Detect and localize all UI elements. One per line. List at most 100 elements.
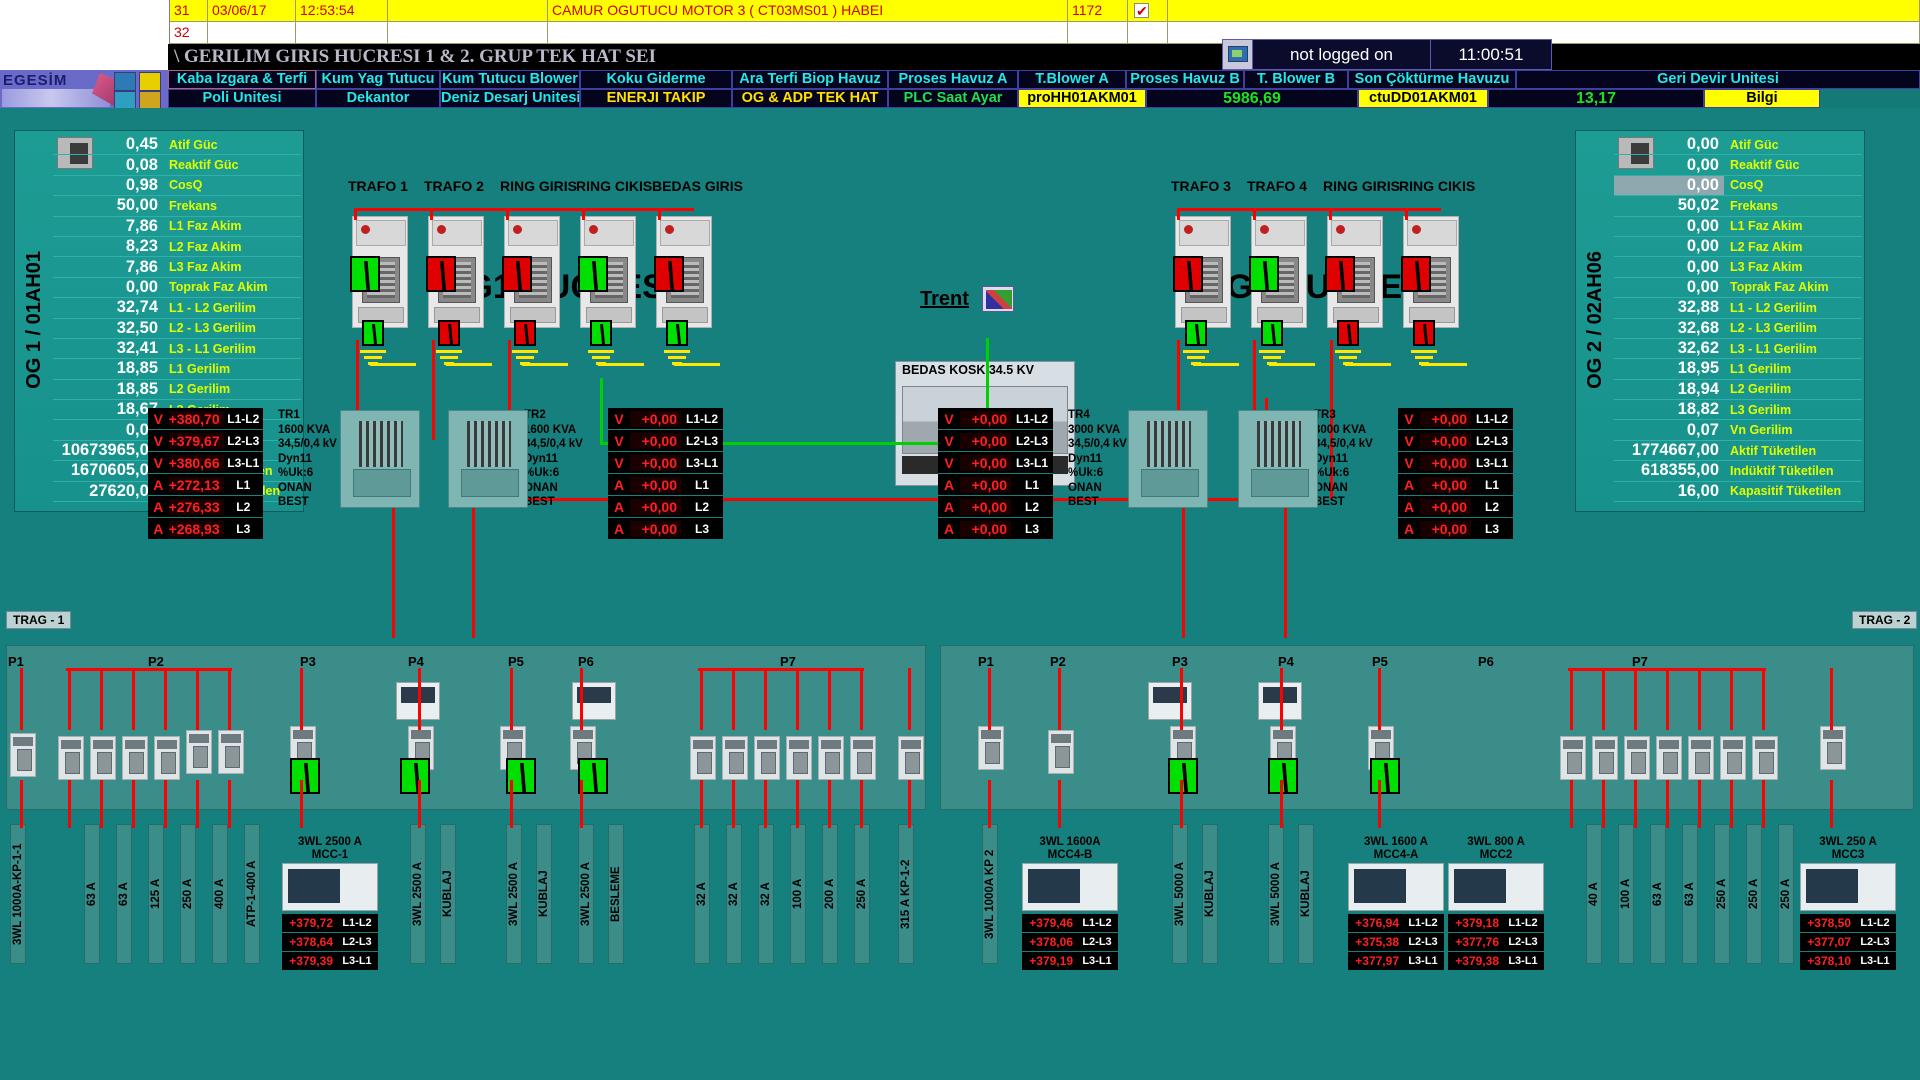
breaker-indicator[interactable] [362,320,384,346]
molded-case-breaker[interactable] [58,736,84,780]
nav-item-kaba-izgara-terfi[interactable]: Kaba Izgara & Terfi [168,70,316,89]
alarm-row[interactable]: 32 [170,22,1920,44]
switch-indicator[interactable] [1325,256,1355,292]
bay-label-ring-giris: RING GIRIS [1323,178,1401,194]
nav-item-proses-havuz-b[interactable]: Proses Havuz B [1126,70,1244,89]
molded-case-breaker[interactable] [818,736,844,780]
protection-relay[interactable] [1148,682,1192,720]
molded-case-breaker[interactable] [1752,736,1778,780]
switch-indicator[interactable] [578,256,608,292]
login-status[interactable]: not logged on [1253,40,1431,69]
switch-indicator[interactable] [502,256,532,292]
mcc-meter-device[interactable] [1448,863,1544,911]
molded-case-breaker[interactable] [1624,736,1650,780]
nav-item-t-blower-b[interactable]: T. Blower B [1244,70,1348,89]
molded-case-breaker[interactable] [898,736,924,780]
molded-case-breaker[interactable] [122,736,148,780]
molded-case-breaker[interactable] [1720,736,1746,780]
nav-item-og-adp-tek-hat[interactable]: OG & ADP TEK HAT [732,89,888,108]
molded-case-breaker[interactable] [186,730,212,774]
mcc-meter-device[interactable] [1348,863,1444,911]
nav-item-koku-giderme[interactable]: Koku Giderme [580,70,732,89]
molded-case-breaker[interactable] [978,726,1004,770]
switch-indicator[interactable] [1173,256,1203,292]
nav-item-13-17[interactable]: 13,17 [1488,89,1704,108]
switch-indicator[interactable] [1401,256,1431,292]
closed-switch[interactable] [290,758,320,794]
trend-link[interactable]: Trent [920,288,969,311]
feeder-line [732,668,735,730]
alarm-table[interactable]: 31 03/06/17 12:53:54 CAMUR OGUTUCU MOTOR… [170,0,1920,44]
mcc-voltage-value: +377,07 [1807,935,1851,949]
feeder-line [1602,668,1605,730]
switch-indicator[interactable] [350,256,380,292]
nav-item-kum-yag-tutucu[interactable]: Kum Yag Tutucu [316,70,440,89]
molded-case-breaker[interactable] [90,736,116,780]
alarm-ack-checkbox[interactable] [1128,22,1168,44]
logo-zone: EGESİM [0,70,168,110]
earth-icon [1259,350,1285,372]
molded-case-breaker[interactable] [10,733,36,777]
mcc-meter-device[interactable] [1800,863,1896,911]
nav-item-geri-devir-unitesi[interactable]: Geri Devir Unitesi [1516,70,1920,89]
transformer-image [340,410,420,508]
mcc-meter-device[interactable] [282,863,378,911]
user-icon[interactable] [1223,40,1253,69]
switch-indicator[interactable] [654,256,684,292]
breaker-indicator[interactable] [1261,320,1283,346]
molded-case-breaker[interactable] [1592,736,1618,780]
protection-relay[interactable] [572,682,616,720]
breaker-indicator[interactable] [514,320,536,346]
chart-icon[interactable] [982,286,1014,312]
breaker-indicator[interactable] [1413,320,1435,346]
molded-case-breaker[interactable] [690,736,716,780]
feeder-line [1666,780,1669,828]
nav-item-plc-saat-ayar[interactable]: PLC Saat Ayar [888,89,1018,108]
molded-case-breaker[interactable] [1688,736,1714,780]
nav-item-deniz-desarj-unitesi[interactable]: Deniz Desarj Unitesi [440,89,580,108]
nav-item-poli-unitesi[interactable]: Poli Unitesi [168,89,316,108]
molded-case-breaker[interactable] [786,736,812,780]
meter-label: L2 Faz Akim [169,239,242,254]
molded-case-breaker[interactable] [1820,726,1846,770]
nav-item-kum-tutucu-blower[interactable]: Kum Tutucu Blower [440,70,580,89]
closed-switch[interactable] [1168,758,1198,794]
switch-indicator[interactable] [426,256,456,292]
molded-case-breaker[interactable] [1656,736,1682,780]
nav-item-enerji-takip[interactable]: ENERJI TAKIP [580,89,732,108]
breaker-indicator[interactable] [438,320,460,346]
nav-item-ara-terfi-biop-havuz[interactable]: Ara Terfi Biop Havuz [732,70,888,89]
rating-tag: 125 A [148,824,164,964]
nav-item-prohh01akm01[interactable]: proHH01AKM01 [1018,89,1146,108]
molded-case-breaker[interactable] [218,730,244,774]
molded-case-breaker[interactable] [1048,730,1074,774]
nav-item-proses-havuz-a[interactable]: Proses Havuz A [888,70,1018,89]
nav-item-ctudd01akm01[interactable]: ctuDD01AKM01 [1358,89,1488,108]
earth-icon [436,350,462,372]
nav-item-5986-69[interactable]: 5986,69 [1146,89,1358,108]
breaker-indicator[interactable] [1337,320,1359,346]
breaker-indicator[interactable] [1185,320,1207,346]
breaker-indicator[interactable] [666,320,688,346]
breaker-indicator[interactable] [590,320,612,346]
molded-case-breaker[interactable] [754,736,780,780]
closed-switch[interactable] [1370,758,1400,794]
molded-case-breaker[interactable] [1560,736,1586,780]
nav-item-dekantor[interactable]: Dekantor [316,89,440,108]
molded-case-breaker[interactable] [850,736,876,780]
alarm-row[interactable]: 31 03/06/17 12:53:54 CAMUR OGUTUCU MOTOR… [170,0,1920,22]
nav-item-bilgi[interactable]: Bilgi [1704,89,1820,108]
globe-icon[interactable] [114,72,136,91]
nav-item-son-kt-rme-havuzu[interactable]: Son Çöktürme Havuzu [1348,70,1516,89]
lv-panel-right [940,645,1914,810]
closed-switch[interactable] [1268,758,1298,794]
switch-indicator[interactable] [1249,256,1279,292]
molded-case-breaker[interactable] [722,736,748,780]
meter-label: L3 Faz Akim [1730,260,1803,275]
molded-case-breaker[interactable] [154,736,180,780]
warning-icon[interactable] [139,72,161,91]
closed-switch[interactable] [400,758,430,794]
alarm-ack-checkbox[interactable] [1128,0,1168,22]
nav-item-t-blower-a[interactable]: T.Blower A [1018,70,1126,89]
mcc-meter-device[interactable] [1022,863,1118,911]
